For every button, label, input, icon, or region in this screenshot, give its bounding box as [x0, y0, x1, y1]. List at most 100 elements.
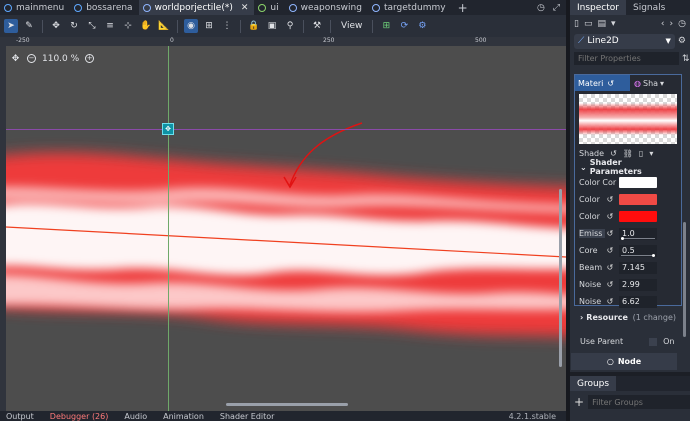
grid-snap-icon[interactable]: ⊞	[202, 19, 216, 33]
chevron-down-icon[interactable]: ▾	[649, 149, 653, 158]
back-icon[interactable]: ‹	[661, 19, 665, 29]
list-select-icon[interactable]: ≡	[103, 19, 117, 33]
save-icon[interactable]: ▤	[597, 19, 606, 29]
tab-worldporjectile[interactable]: worldporjectile(*) ✕	[138, 0, 255, 15]
use-parent-material-row: Use Parent On	[580, 337, 674, 346]
param-label: Beam	[579, 263, 603, 272]
new-resource-icon[interactable]: ▯	[574, 19, 579, 29]
color-swatch[interactable]	[619, 177, 657, 188]
vertical-scrollbar[interactable]	[559, 189, 562, 367]
inspector-scrollbar[interactable]	[683, 222, 686, 337]
line-point-handle[interactable]: ✥	[162, 123, 174, 135]
snap-options-icon[interactable]: ⋮	[220, 19, 234, 33]
node2d-icon	[142, 3, 151, 12]
node-selector[interactable]: ⟋ Line2D ▼	[574, 33, 675, 49]
color-swatch[interactable]	[619, 211, 657, 222]
use-parent-checkbox[interactable]	[649, 337, 658, 346]
tab-groups[interactable]: Groups	[570, 376, 617, 391]
tab-weaponswing[interactable]: weaponswing	[285, 0, 368, 15]
auto-key-icon[interactable]: ⟳	[397, 19, 411, 33]
filter-properties-input[interactable]	[574, 52, 679, 65]
paint-icon[interactable]: ✎	[22, 19, 36, 33]
rotate-icon[interactable]: ↻	[67, 19, 81, 33]
reset-icon[interactable]: ↺	[605, 297, 615, 306]
key-options-icon[interactable]: ⚙	[415, 19, 429, 33]
canvas-viewport[interactable]: -250 0 250 500 ✥ − 110.0 % + ✥	[0, 37, 566, 411]
reset-icon[interactable]: ↺	[605, 229, 615, 238]
filter-groups-input[interactable]	[588, 395, 690, 409]
pan-icon[interactable]: ✋	[139, 19, 153, 33]
add-group-icon[interactable]: +	[574, 395, 584, 409]
zoom-out-button[interactable]: −	[27, 54, 36, 63]
view-menu[interactable]: View	[335, 21, 368, 31]
ruler-label: 0	[170, 37, 174, 44]
param-row: Core ↺ 0.5	[575, 242, 681, 259]
param-value[interactable]: 6.62	[619, 295, 657, 308]
tab-signals[interactable]: Signals	[626, 0, 672, 15]
history-icon[interactable]: ◷	[678, 19, 686, 29]
reset-icon[interactable]: ↺	[607, 79, 614, 88]
zoom-in-button[interactable]: +	[85, 54, 95, 63]
reset-icon[interactable]: ↺	[605, 263, 615, 272]
param-row: Noise ↺ 6.62	[575, 293, 681, 310]
bone-icon[interactable]: ⚲	[283, 19, 297, 33]
param-slider[interactable]	[621, 236, 655, 240]
reset-icon[interactable]: ↺	[605, 212, 615, 221]
param-label: Color	[579, 212, 600, 221]
param-value[interactable]: 7.145	[619, 261, 657, 274]
link-icon[interactable]: ⛓	[623, 149, 633, 158]
ruler-icon[interactable]: 📐	[157, 19, 171, 33]
param-value[interactable]: 0.5	[619, 244, 657, 257]
lock-icon[interactable]: 🔒	[247, 19, 261, 33]
tab-output[interactable]: Output	[6, 412, 34, 421]
tab-shader-editor[interactable]: Shader Editor	[220, 412, 275, 421]
material-button[interactable]: Materi ↺	[575, 75, 630, 91]
insert-key-icon[interactable]: ⊞	[379, 19, 393, 33]
tab-animation[interactable]: Animation	[163, 412, 204, 421]
tab-audio[interactable]: Audio	[124, 412, 147, 421]
zoom-level[interactable]: 110.0 %	[42, 54, 79, 64]
object-properties-icon[interactable]: ⚙	[678, 36, 686, 46]
group-icon[interactable]: ▣	[265, 19, 279, 33]
param-slider[interactable]	[621, 253, 656, 257]
resource-section-header[interactable]: › Resource (1 change)	[575, 310, 681, 324]
open-resource-icon[interactable]: ▭	[584, 19, 593, 29]
shader-parameters-header[interactable]: ⌄ Shader Parameters	[575, 158, 681, 176]
move-icon[interactable]: ✥	[49, 19, 63, 33]
tab-debugger[interactable]: Debugger (26)	[50, 412, 109, 421]
tab-mainmenu[interactable]: mainmenu	[0, 0, 70, 15]
scene-icon	[74, 3, 83, 12]
filter-row: ⇅	[570, 50, 690, 67]
reset-icon[interactable]: ↺	[605, 280, 615, 289]
filter-options-icon[interactable]: ⇅	[682, 54, 690, 64]
shader-file-icon[interactable]: ▯	[639, 149, 643, 158]
center-view-icon[interactable]: ✥	[10, 53, 21, 64]
shader-material-picker[interactable]: ◍ Sha ▾	[630, 75, 664, 91]
tab-ui[interactable]: ui	[254, 0, 284, 15]
reset-icon[interactable]: ↺	[605, 195, 615, 204]
horizontal-scrollbar[interactable]	[226, 403, 348, 406]
param-row: Color ↺	[575, 208, 681, 225]
pivot-icon[interactable]: ⊹	[121, 19, 135, 33]
smart-snap-icon[interactable]: ◉	[184, 19, 198, 33]
scale-icon[interactable]: ⤡	[85, 19, 99, 33]
slider-knob[interactable]	[621, 236, 624, 240]
tab-bossarena[interactable]: bossarena	[70, 0, 138, 15]
reset-icon[interactable]: ↺	[610, 149, 617, 158]
add-tab-button[interactable]: +	[452, 1, 474, 15]
param-value[interactable]: 2.99	[619, 278, 657, 291]
resource-menu-icon[interactable]: ▾	[611, 19, 616, 29]
skeleton-icon[interactable]: ⚒	[310, 19, 324, 33]
select-mode-icon[interactable]: ➤	[4, 19, 18, 33]
tab-inspector[interactable]: Inspector	[570, 0, 626, 15]
node-section-button[interactable]: ○ Node	[571, 353, 677, 370]
history-icon[interactable]: ◷	[537, 3, 545, 13]
reset-icon[interactable]: ↺	[605, 246, 615, 255]
slider-knob[interactable]	[652, 253, 656, 257]
tab-targetdummy[interactable]: targetdummy	[368, 0, 452, 15]
color-swatch[interactable]	[619, 194, 657, 205]
forward-icon[interactable]: ›	[670, 19, 674, 29]
param-value[interactable]: 1.0	[619, 227, 657, 240]
distraction-free-icon[interactable]: ⤢	[553, 3, 560, 13]
close-icon[interactable]: ✕	[241, 3, 249, 13]
